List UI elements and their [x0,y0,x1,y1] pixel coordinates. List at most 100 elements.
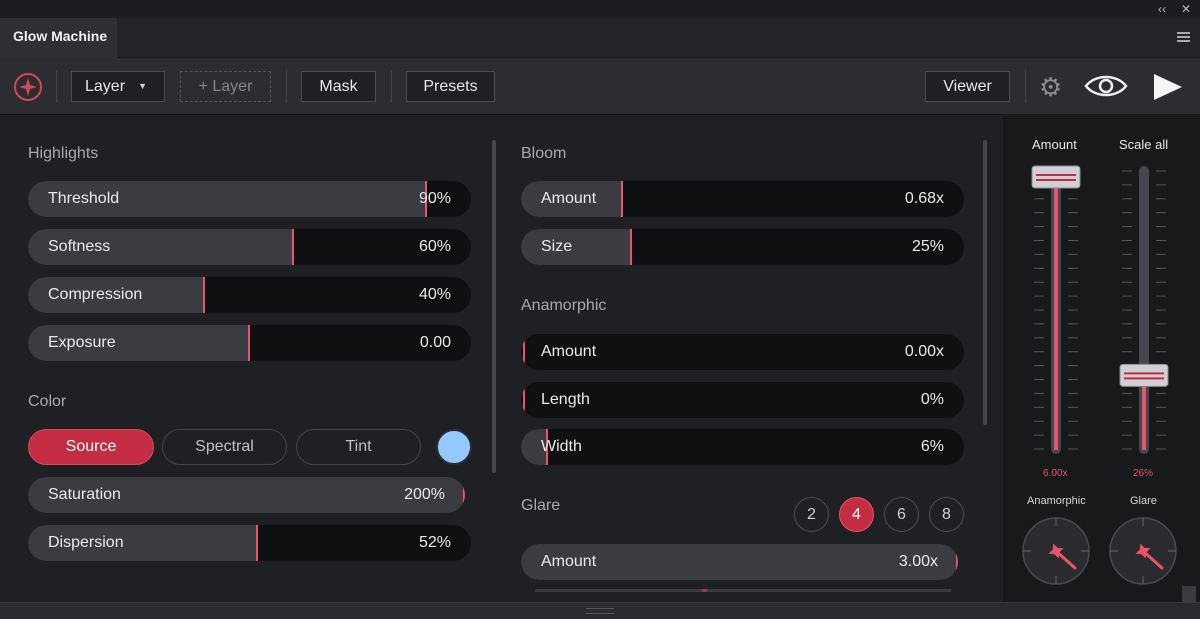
layer-dropdown[interactable]: Layer ▼ [71,71,165,102]
left-column-scrollbar[interactable] [492,140,496,473]
slider-value: 6% [920,438,944,455]
horizontal-scroll-thumb[interactable] [702,589,707,592]
color-title: Color [28,393,67,410]
slider-label: Dispersion [48,534,124,551]
slider-value: 40% [418,286,451,303]
slider-label: Amount [541,190,597,207]
master-faders-svg [1022,165,1177,585]
slider-value: 25% [911,238,944,255]
slider-value: 90% [418,190,451,207]
anamorphic-title: Anamorphic [521,297,607,314]
close-panel-button[interactable]: ✕ [1181,2,1191,16]
saturation-slider[interactable]: Saturation 200% [28,477,465,513]
slider-value: 52% [418,534,451,551]
slider-label: Compression [48,286,143,303]
toolbar: Layer ▼ + Layer Mask Presets Viewer [0,58,1200,115]
glare-amount-slider[interactable]: Amount 3.00x [521,544,958,580]
bloom-size-slider[interactable]: Size 25% [521,229,964,265]
softness-slider[interactable]: Softness 60% [28,229,471,265]
slider-handle[interactable] [956,544,958,580]
collapse-panel-button[interactable]: ‹‹ [1158,2,1166,16]
anamorphic-amount-slider[interactable]: Amount 0.00x [521,334,964,370]
tint-color-swatch[interactable] [436,429,472,465]
play-icon[interactable] [1152,72,1184,107]
side-scroll-corner [1182,586,1196,602]
horizontal-scrollbar[interactable] [535,589,951,592]
gear-icon[interactable]: ⚙ [1039,73,1062,101]
slider-handle[interactable] [463,477,465,513]
glare-streaks-8-button[interactable]: 8 [929,497,964,532]
slider-handle[interactable] [629,229,632,265]
slider-value: 0.68x [904,190,944,207]
slider-label: Threshold [48,190,120,207]
glare-knob[interactable] [1109,517,1177,585]
amount-fader-value: 6.00x [1043,468,1068,479]
glare-title: Glare [521,497,561,514]
toolbar-separator [1025,70,1026,103]
slider-value: 0.00 [419,334,451,351]
anamorphic-knob[interactable] [1022,517,1090,585]
bloom-title: Bloom [521,145,567,162]
scale-all-fader-value: 26% [1133,468,1154,479]
exposure-slider[interactable]: Exposure 0.00 [28,325,471,361]
anamorphic-knob-label: Anamorphic [1027,495,1086,507]
anamorphic-length-slider[interactable]: Length 0% [521,382,964,418]
panel-tab-glow-machine[interactable]: Glow Machine [0,18,117,58]
slider-handle[interactable] [203,277,206,313]
hamburger-icon[interactable] [1177,32,1190,42]
add-layer-button[interactable]: + Layer [180,71,271,102]
slider-value: 0.00x [904,343,944,360]
color-mode-source[interactable]: Source [28,429,154,465]
slider-handle[interactable] [291,229,294,265]
toolbar-separator [56,70,57,103]
glare-streaks-6-button[interactable]: 6 [884,497,919,532]
compression-slider[interactable]: Compression 40% [28,277,471,313]
slider-value: 60% [418,238,451,255]
glare-knob-label: Glare [1130,495,1157,507]
slider-label: Amount [541,343,597,360]
window-title-bar: ‹‹ ✕ [0,0,1200,18]
layer-dropdown-label: Layer [85,78,126,95]
slider-label: Width [541,438,582,455]
slider-label: Size [541,238,573,255]
resize-bar[interactable] [0,602,1200,619]
anamorphic-width-slider[interactable]: Width 6% [521,429,964,465]
chevron-down-icon: ▼ [138,81,147,91]
color-mode-tint[interactable]: Tint [296,429,421,465]
scale-all-fader[interactable] [1119,166,1169,454]
glare-streaks-4-button[interactable]: 4 [839,497,874,532]
slider-handle[interactable] [256,525,259,561]
slider-value: 200% [404,486,445,503]
resize-grip-icon[interactable] [586,608,614,614]
viewer-button[interactable]: Viewer [925,71,1010,102]
toolbar-separator [286,70,287,103]
dispersion-slider[interactable]: Dispersion 52% [28,525,471,561]
slider-value: 0% [920,391,944,408]
slider-label: Length [541,391,590,408]
fader-handle[interactable] [1119,363,1169,387]
glow-logo-icon[interactable] [14,73,42,101]
mask-button[interactable]: Mask [301,71,376,102]
presets-button[interactable]: Presets [406,71,495,102]
slider-handle[interactable] [523,334,525,370]
fader-handle[interactable] [1031,165,1081,189]
amount-fader[interactable] [1031,165,1081,454]
right-column-scrollbar[interactable] [983,140,987,425]
highlights-title: Highlights [28,145,99,162]
slider-handle[interactable] [523,382,525,418]
fader-fill [1054,176,1058,450]
color-mode-spectral[interactable]: Spectral [162,429,287,465]
bloom-amount-slider[interactable]: Amount 0.68x [521,181,964,217]
eye-icon[interactable] [1083,71,1129,106]
panel-tab-row: Glow Machine [0,18,1200,58]
slider-handle[interactable] [247,325,250,361]
glare-streaks-2-button[interactable]: 2 [794,497,829,532]
slider-label: Saturation [48,486,121,503]
toolbar-separator [391,70,392,103]
slider-handle[interactable] [620,181,623,217]
slider-value: 3.00x [898,553,938,570]
slider-label: Exposure [48,334,116,351]
slider-label: Softness [48,238,111,255]
threshold-slider[interactable]: Threshold 90% [28,181,471,217]
slider-label: Amount [541,553,597,570]
